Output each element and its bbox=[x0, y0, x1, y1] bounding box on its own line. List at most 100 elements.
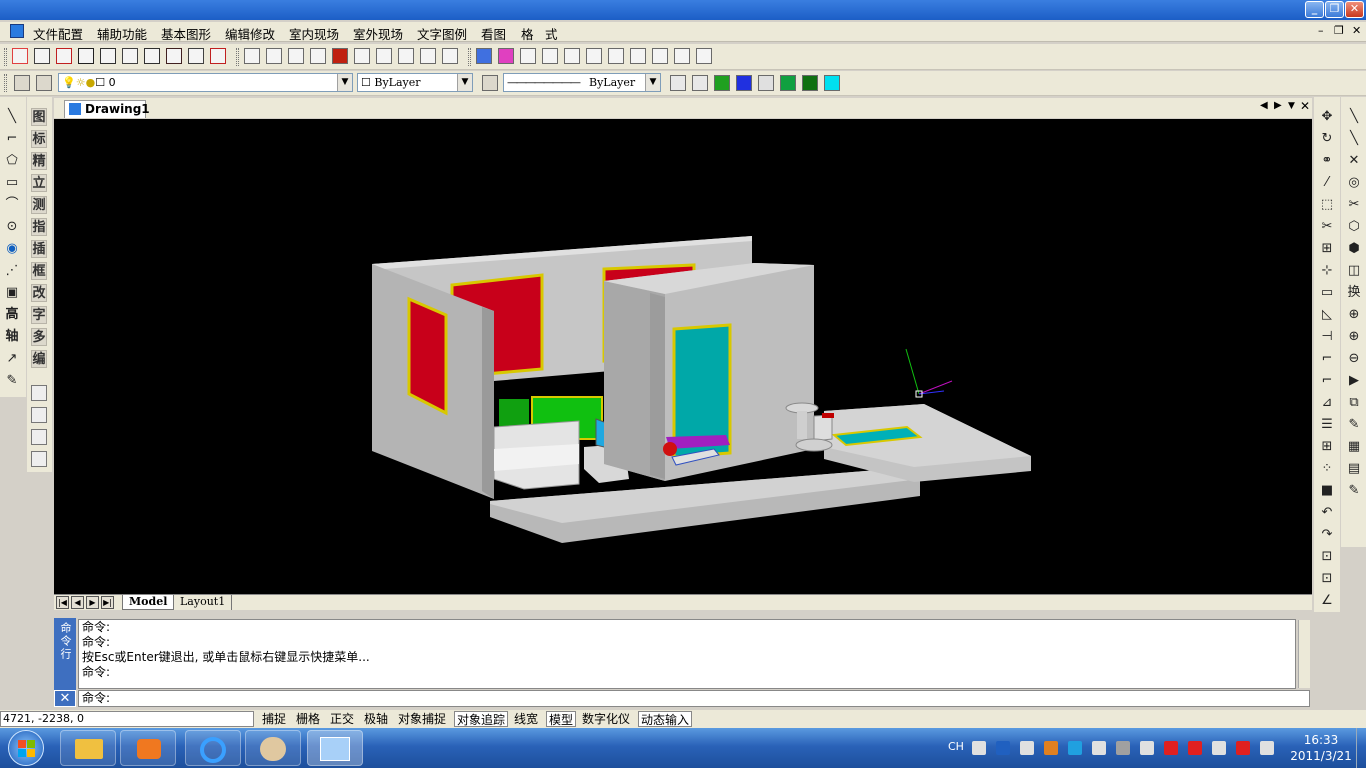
media-player-taskbar-icon[interactable] bbox=[120, 730, 176, 766]
modify-tool-4-icon[interactable]: ⬚ bbox=[1319, 197, 1335, 213]
modify-tool-18-icon[interactable]: ↶ bbox=[1319, 505, 1335, 521]
match-icon[interactable] bbox=[34, 48, 50, 64]
publish-icon[interactable] bbox=[210, 48, 226, 64]
t-icon[interactable] bbox=[332, 48, 348, 64]
menu-outdoor[interactable]: 室外现场 bbox=[353, 24, 403, 43]
language-indicator[interactable]: CH bbox=[948, 740, 964, 753]
layer-select[interactable]: 💡☼●☐ 0 ▼ bbox=[58, 73, 353, 92]
help-icon[interactable] bbox=[996, 741, 1010, 755]
modify-tool-15-icon[interactable]: ⊞ bbox=[1319, 439, 1335, 455]
mdi-minimize-button[interactable]: – bbox=[1318, 24, 1324, 37]
modify-tool-20-icon[interactable]: ⊡ bbox=[1319, 549, 1335, 565]
color-icon[interactable] bbox=[498, 48, 514, 64]
modify-tool-12-icon[interactable]: ⌐ bbox=[1319, 373, 1335, 389]
chevron-down-icon[interactable]: ▼ bbox=[457, 74, 472, 91]
box-icon[interactable] bbox=[376, 48, 392, 64]
snap-tool-0-icon[interactable]: ╲ bbox=[1346, 109, 1362, 125]
print-icon[interactable] bbox=[780, 75, 796, 91]
save-icon[interactable] bbox=[56, 48, 72, 64]
tab-model[interactable]: Model bbox=[122, 595, 175, 610]
pen-tool-icon[interactable] bbox=[542, 48, 558, 64]
flag-icon[interactable] bbox=[1260, 741, 1274, 755]
disk-icon[interactable] bbox=[31, 429, 47, 445]
block-icon[interactable] bbox=[608, 48, 624, 64]
tab-layout1[interactable]: Layout1 bbox=[174, 595, 233, 610]
snap-tool-5-icon[interactable]: ⬡ bbox=[1346, 219, 1362, 235]
snap-tool-11-icon[interactable]: ⊖ bbox=[1346, 351, 1362, 367]
arc-icon[interactable] bbox=[630, 48, 646, 64]
snap-tool-9-icon[interactable]: ⊕ bbox=[1346, 307, 1362, 323]
tool-char-11[interactable]: 编 bbox=[31, 350, 47, 368]
plot-icon[interactable] bbox=[188, 48, 204, 64]
stair-icon[interactable] bbox=[354, 48, 370, 64]
tool-char-6[interactable]: 插 bbox=[31, 240, 47, 258]
firewall-icon[interactable] bbox=[1044, 741, 1058, 755]
modify-tool-22-icon[interactable]: ∠ bbox=[1319, 593, 1335, 609]
eyedropper-icon[interactable]: ✎ bbox=[4, 373, 20, 389]
layer-previous-icon[interactable] bbox=[36, 75, 52, 91]
tool-9[interactable]: 高 bbox=[4, 307, 20, 323]
teapot-icon[interactable] bbox=[802, 75, 818, 91]
modify-tool-19-icon[interactable]: ↷ bbox=[1319, 527, 1335, 543]
match-props-icon[interactable] bbox=[670, 75, 686, 91]
snap-tool-6-icon[interactable]: ⬢ bbox=[1346, 241, 1362, 257]
tool-char-7[interactable]: 框 bbox=[31, 262, 47, 280]
hatch-icon[interactable] bbox=[520, 48, 536, 64]
status-toggle-4[interactable]: 对象捕捉 bbox=[396, 711, 448, 727]
properties-icon[interactable] bbox=[12, 48, 28, 64]
next-tab-icon[interactable]: ▶ bbox=[86, 596, 99, 609]
modify-tool-7-icon[interactable]: ⊹ bbox=[1319, 263, 1335, 279]
modify-tool-9-icon[interactable]: ◺ bbox=[1319, 307, 1335, 323]
linetype-select[interactable]: ———————— ByLayer ▼ bbox=[503, 73, 661, 92]
modify-tool-13-icon[interactable]: ⊿ bbox=[1319, 395, 1335, 411]
cut-icon[interactable] bbox=[78, 48, 94, 64]
modify-tool-10-icon[interactable]: ⊣ bbox=[1319, 329, 1335, 345]
pen-icon[interactable] bbox=[420, 48, 436, 64]
polyline-icon[interactable]: ⌐ bbox=[4, 131, 20, 147]
modify-tool-11-icon[interactable]: ⌐ bbox=[1319, 351, 1335, 367]
menu-format-2[interactable]: 式 bbox=[545, 24, 558, 43]
tool-10[interactable]: 轴 bbox=[4, 329, 20, 345]
command-input[interactable]: 命令: bbox=[78, 690, 1310, 707]
chevron-down-icon[interactable]: ▼ bbox=[645, 74, 660, 91]
slab-icon[interactable] bbox=[586, 48, 602, 64]
layer-manager-icon[interactable] bbox=[14, 75, 30, 91]
render-icon[interactable] bbox=[714, 75, 730, 91]
menu-file[interactable]: 文件配置 bbox=[33, 24, 83, 43]
modify-tool-14-icon[interactable]: ☰ bbox=[1319, 417, 1335, 433]
tool-char-4[interactable]: 测 bbox=[31, 196, 47, 214]
clock[interactable]: 16:33 2011/3/21 bbox=[1288, 732, 1354, 764]
monitor-icon[interactable] bbox=[1116, 741, 1130, 755]
modify-tool-1-icon[interactable]: ↻ bbox=[1319, 131, 1335, 147]
view-icon[interactable]: ◉ bbox=[4, 241, 20, 257]
tab-close-icon[interactable]: ✕ bbox=[1300, 99, 1310, 113]
modify-tool-5-icon[interactable]: ✂ bbox=[1319, 219, 1335, 235]
network-icon[interactable] bbox=[1140, 741, 1154, 755]
prev-tab-icon[interactable]: ◀ bbox=[71, 596, 84, 609]
sound-icon[interactable] bbox=[1236, 741, 1250, 755]
tool-char-10[interactable]: 多 bbox=[31, 328, 47, 346]
tab-menu-icon[interactable]: ▼ bbox=[1288, 101, 1295, 111]
snap-tool-15-icon[interactable]: ▦ bbox=[1346, 439, 1362, 455]
dimension-icon[interactable]: ↗ bbox=[4, 351, 20, 367]
tool-char-0[interactable]: 图 bbox=[31, 108, 47, 126]
status-toggle-7[interactable]: 模型 bbox=[546, 711, 577, 727]
snap-tool-4-icon[interactable]: ✂ bbox=[1346, 197, 1362, 213]
k-icon[interactable] bbox=[1068, 741, 1082, 755]
usb-icon[interactable] bbox=[1212, 741, 1226, 755]
command-close-button[interactable]: ✕ bbox=[54, 690, 76, 707]
close-button[interactable]: ✕ bbox=[1345, 1, 1364, 18]
snap-tool-1-icon[interactable]: ╲ bbox=[1346, 131, 1362, 147]
settings-icon[interactable] bbox=[1020, 741, 1034, 755]
menu-assist[interactable]: 辅助功能 bbox=[97, 24, 147, 43]
mdi-close-button[interactable]: ✕ bbox=[1352, 24, 1361, 37]
status-toggle-5[interactable]: 对象追踪 bbox=[454, 711, 509, 727]
status-toggle-6[interactable]: 线宽 bbox=[512, 711, 540, 727]
last-tab-icon[interactable]: ▶| bbox=[101, 596, 114, 609]
snap-tool-7-icon[interactable]: ◫ bbox=[1346, 263, 1362, 279]
tool-char-9[interactable]: 字 bbox=[31, 306, 47, 324]
pattern-icon[interactable] bbox=[696, 48, 712, 64]
brush-icon[interactable] bbox=[31, 407, 47, 423]
tool-char-3[interactable]: 立 bbox=[31, 174, 47, 192]
menu-format-1[interactable]: 格 bbox=[521, 24, 534, 43]
